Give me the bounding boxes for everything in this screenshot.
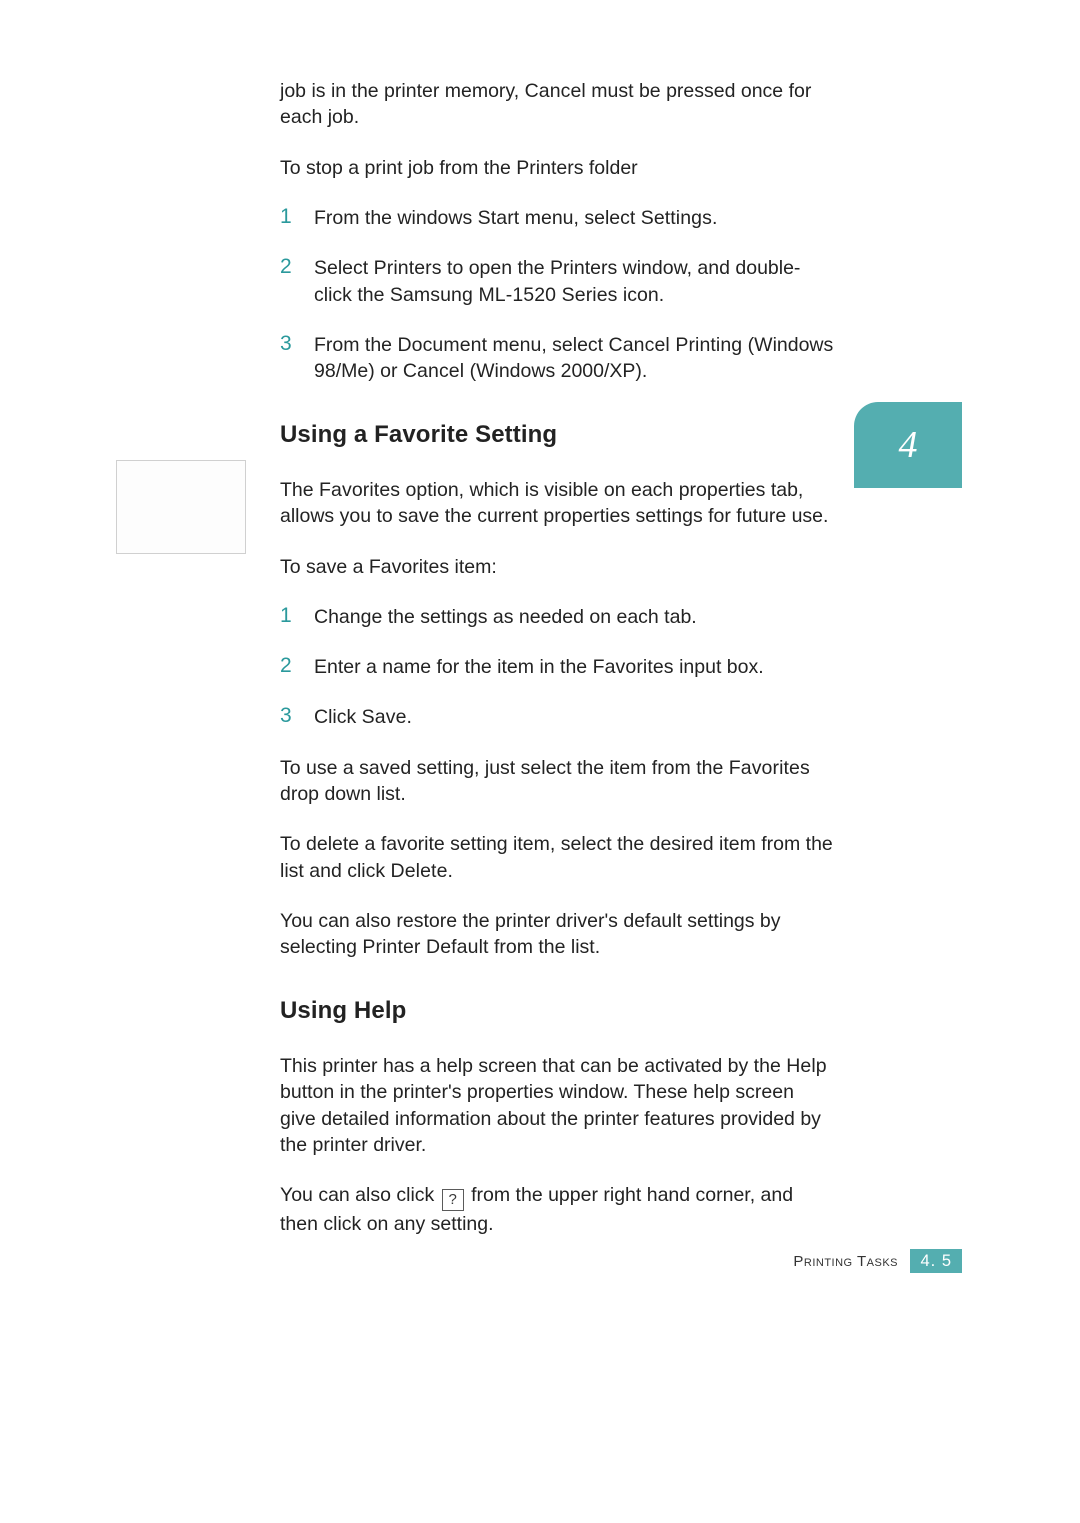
ui-label-start: Start (478, 207, 520, 229)
step-number: 3 (280, 330, 292, 358)
text: The (280, 479, 319, 501)
step-item: 1 From the windows Start menu, select Se… (280, 205, 835, 231)
text: Select (314, 257, 374, 279)
ui-label-document: Document (397, 334, 487, 356)
ui-label-favorites: Favorites (593, 656, 674, 678)
save-favorites-heading: To save a Favorites item: (280, 554, 835, 580)
ui-label-cancel: Cancel (403, 360, 464, 382)
help-paragraph-2: You can also click ? from the upper righ… (280, 1182, 835, 1237)
text: To use a saved setting, just select the … (280, 757, 729, 779)
text: menu, select (487, 334, 608, 356)
page-content: job is in the printer memory, Cancel mus… (280, 78, 835, 1261)
help-paragraph-1: This printer has a help screen that can … (280, 1053, 835, 1158)
ui-label-driver: Samsung ML-1520 Series (390, 284, 618, 306)
text: You can also click (280, 1184, 440, 1206)
text: (Windows 2000/XP). (464, 360, 647, 382)
ui-label-delete: Delete (391, 860, 448, 882)
step-item: 3 Click Save. (280, 704, 835, 730)
text: . (407, 706, 412, 728)
ui-label-help: Help (786, 1055, 827, 1077)
favorite-delete: To delete a favorite setting item, selec… (280, 831, 835, 884)
question-mark-icon: ? (442, 1189, 464, 1211)
step-number: 2 (280, 652, 292, 680)
ui-label-cancel: Cancel (525, 80, 586, 102)
chapter-number: 4 (899, 423, 918, 467)
footer-page-number: 4. 5 (910, 1249, 962, 1273)
text: drop down list. (280, 783, 406, 805)
favorite-intro: The Favorites option, which is visible o… (280, 477, 835, 530)
ui-label-save: Save (362, 706, 407, 728)
text: icon. (618, 284, 665, 306)
step-number: 2 (280, 253, 292, 281)
ui-label-printers: Printers (374, 257, 442, 279)
step-item: 2 Select Printers to open the Printers w… (280, 255, 835, 308)
text: job is in the printer memory, (280, 80, 525, 102)
step-item: 1 Change the settings as needed on each … (280, 604, 835, 630)
help-heading: Using Help (280, 995, 835, 1027)
step-number: 1 (280, 602, 292, 630)
step-number: 1 (280, 203, 292, 231)
intro-paragraph: job is in the printer memory, Cancel mus… (280, 78, 835, 131)
step-item: 3 From the Document menu, select Cancel … (280, 332, 835, 385)
text: . (712, 207, 717, 229)
text: . (448, 860, 453, 882)
ui-label-favorites: Favorites (729, 757, 810, 779)
text: Enter a name for the item in the (314, 656, 593, 678)
step-number: 3 (280, 702, 292, 730)
text: This printer has a help screen that can … (280, 1055, 786, 1077)
text: menu, select (519, 207, 640, 229)
text: From the windows (314, 207, 478, 229)
stop-job-steps: 1 From the windows Start menu, select Se… (280, 205, 835, 385)
text: from the list. (489, 936, 601, 958)
ui-label-settings: Settings (641, 207, 712, 229)
favorite-heading: Using a Favorite Setting (280, 419, 835, 451)
ui-label-favorites: Favorites (319, 479, 400, 501)
text: button in the printer's properties windo… (280, 1081, 821, 1156)
text: input box. (674, 656, 764, 678)
footer-section-label: Printing Tasks (793, 1253, 898, 1270)
text: From the (314, 334, 397, 356)
favorite-steps: 1 Change the settings as needed on each … (280, 604, 835, 731)
text: Click (314, 706, 362, 728)
text: Change the settings as needed on each ta… (314, 606, 697, 628)
ui-label-printer-default: Printer Default (362, 936, 488, 958)
text: To delete a favorite setting item, selec… (280, 833, 833, 881)
ui-label-cancel-printing: Cancel Printing (609, 334, 743, 356)
favorite-restore: You can also restore the printer driver'… (280, 908, 835, 961)
favorite-use: To use a saved setting, just select the … (280, 755, 835, 808)
stop-job-heading: To stop a print job from the Printers fo… (280, 155, 835, 181)
sidebar-image-placeholder (116, 460, 246, 554)
page-footer: Printing Tasks 4. 5 (0, 1249, 962, 1273)
step-item: 2 Enter a name for the item in the Favor… (280, 654, 835, 680)
chapter-tab: 4 (854, 402, 962, 488)
